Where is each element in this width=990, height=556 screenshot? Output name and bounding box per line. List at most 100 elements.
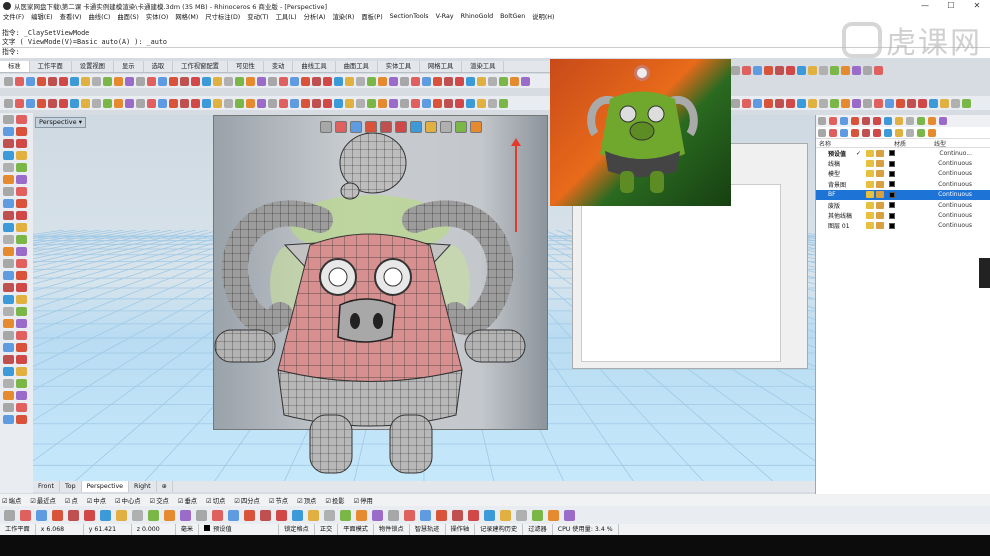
osnap-checkbox[interactable]: 节点 <box>269 496 289 505</box>
toolbar-tool-icon[interactable] <box>114 76 123 86</box>
toolbar-tool-icon[interactable] <box>224 98 233 108</box>
toolbar-tool-icon[interactable] <box>268 98 277 108</box>
toolbar-tool-icon[interactable] <box>169 98 178 108</box>
osnap-checkbox[interactable]: 点 <box>65 496 77 505</box>
toolbar-tool-icon[interactable] <box>863 65 872 75</box>
bottom-tool-icon[interactable] <box>116 509 127 521</box>
toolbar-tool-icon[interactable] <box>433 98 442 108</box>
toolbar-tool-icon[interactable] <box>896 98 905 108</box>
toolbar-tool-icon[interactable] <box>59 98 68 108</box>
layer-color-swatch[interactable] <box>889 170 895 177</box>
toolbar-tool-icon[interactable] <box>334 98 343 108</box>
left-tool-icon[interactable] <box>3 223 14 232</box>
toolbar-tool-icon[interactable] <box>742 65 751 75</box>
toolbar-tool-icon[interactable] <box>202 76 211 86</box>
panel-tab-icon[interactable] <box>818 117 826 125</box>
toolbar-tool-icon[interactable] <box>929 98 938 108</box>
toolbar-tool-icon[interactable] <box>290 76 299 86</box>
toolbar-tool-icon[interactable] <box>15 98 24 108</box>
bottom-tool-icon[interactable] <box>260 509 271 521</box>
lock-icon[interactable] <box>876 149 884 157</box>
osnap-checkbox[interactable]: 切点 <box>206 496 226 505</box>
left-tool-icon[interactable] <box>3 331 14 340</box>
toolbar-tool-icon[interactable] <box>257 76 266 86</box>
bottom-tool-icon[interactable] <box>436 509 447 521</box>
left-tool-icon[interactable] <box>16 379 27 388</box>
bottom-tool-icon[interactable] <box>500 509 511 521</box>
toolbar-tool-icon[interactable] <box>301 76 310 86</box>
panel-tab-icon[interactable] <box>906 117 914 125</box>
toolbar-tool-icon[interactable] <box>48 76 57 86</box>
toolbar-tool-icon[interactable] <box>378 76 387 86</box>
minimize-button[interactable]: — <box>912 0 938 11</box>
layer-tool-icon[interactable] <box>851 129 859 137</box>
bottom-tool-icon[interactable] <box>4 509 15 521</box>
menu-item[interactable]: 面板(P) <box>361 12 382 21</box>
panel-tab-icon[interactable] <box>851 117 859 125</box>
toolbar-tool-icon[interactable] <box>136 98 145 108</box>
toolbar-tool-icon[interactable] <box>147 76 156 86</box>
toolbar-tool-icon[interactable] <box>742 98 751 108</box>
layer-color-swatch[interactable] <box>889 222 895 229</box>
left-tool-icon[interactable] <box>3 151 14 160</box>
bottom-tool-icon[interactable] <box>180 509 191 521</box>
toolbar-tool-icon[interactable] <box>180 98 189 108</box>
toolbar-tool-icon[interactable] <box>753 65 762 75</box>
bulb-icon[interactable] <box>866 222 874 230</box>
toolbar-tool-icon[interactable] <box>477 98 486 108</box>
left-tool-icon[interactable] <box>3 211 14 220</box>
bulb-icon[interactable] <box>866 180 874 188</box>
bulb-icon[interactable] <box>866 191 874 199</box>
left-tool-icon[interactable] <box>16 391 27 400</box>
layer-tool-icon[interactable] <box>873 129 881 137</box>
menu-item[interactable]: 变动(T) <box>247 12 268 21</box>
bottom-tool-icon[interactable] <box>228 509 239 521</box>
viewport-tab[interactable]: ⊕ <box>157 481 173 492</box>
left-tool-icon[interactable] <box>16 271 27 280</box>
toolbar-tool-icon[interactable] <box>918 98 927 108</box>
bottom-tool-icon[interactable] <box>148 509 159 521</box>
layer-color-swatch[interactable] <box>889 202 895 209</box>
bottom-tool-icon[interactable] <box>164 509 175 521</box>
toolbar-tool-icon[interactable] <box>136 76 145 86</box>
status-toggle[interactable]: 锁定格点 <box>279 524 315 535</box>
viewport-tab[interactable]: Perspective <box>81 481 130 492</box>
viewport-tab[interactable]: Right <box>129 481 157 492</box>
left-tool-icon[interactable] <box>16 151 27 160</box>
toolbar-tool-icon[interactable] <box>367 76 376 86</box>
bottom-tool-icon[interactable] <box>20 509 31 521</box>
toolbar-tool-icon[interactable] <box>356 76 365 86</box>
toolbar-tab[interactable]: 标准 <box>0 61 30 72</box>
toolbar-tool-icon[interactable] <box>400 76 409 86</box>
menu-item[interactable]: V-Ray <box>436 13 454 20</box>
toolbar-tool-icon[interactable] <box>191 76 200 86</box>
toolbar-tool-icon[interactable] <box>521 76 530 86</box>
render-mode-icon[interactable] <box>350 121 362 133</box>
left-tool-icon[interactable] <box>3 307 14 316</box>
toolbar-tool-icon[interactable] <box>147 98 156 108</box>
toolbar-tool-icon[interactable] <box>202 98 211 108</box>
bottom-tool-icon[interactable] <box>68 509 79 521</box>
toolbar-tool-icon[interactable] <box>213 76 222 86</box>
toolbar-tab[interactable]: 网格工具 <box>420 61 463 72</box>
status-layer[interactable]: 预设值 <box>199 524 280 535</box>
toolbar-tool-icon[interactable] <box>389 98 398 108</box>
toolbar-tool-icon[interactable] <box>323 98 332 108</box>
status-toggle[interactable]: 平面模式 <box>338 524 374 535</box>
panel-tab-icon[interactable] <box>840 117 848 125</box>
osnap-checkbox[interactable]: 垂点 <box>178 496 197 505</box>
toolbar-tool-icon[interactable] <box>808 65 817 75</box>
bottom-tool-icon[interactable] <box>468 509 479 521</box>
bottom-tool-icon[interactable] <box>308 509 319 521</box>
left-tool-icon[interactable] <box>3 175 14 184</box>
toolbar-tool-icon[interactable] <box>466 76 475 86</box>
toolbar-tool-icon[interactable] <box>180 76 189 86</box>
left-tool-icon[interactable] <box>16 355 27 364</box>
status-toggle[interactable]: 操作轴 <box>446 524 476 535</box>
left-tool-icon[interactable] <box>3 259 14 268</box>
toolbar-tool-icon[interactable] <box>775 98 784 108</box>
viewport-menu-icon[interactable]: ▾ <box>77 118 82 126</box>
menu-item[interactable]: 曲线(C) <box>88 12 110 21</box>
render-mode-icon[interactable] <box>425 121 437 133</box>
layer-current-check[interactable]: ✓ <box>856 150 866 157</box>
